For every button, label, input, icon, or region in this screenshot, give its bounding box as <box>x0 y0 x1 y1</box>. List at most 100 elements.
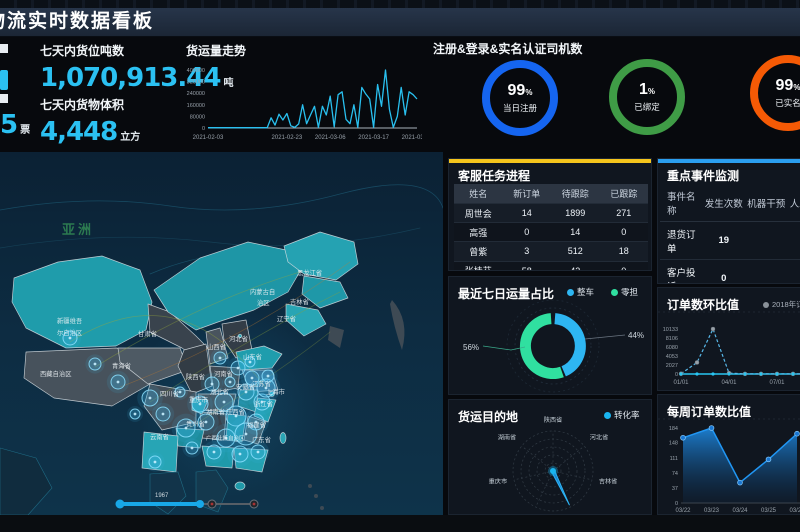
ring-label: 已绑定 <box>634 101 660 113</box>
svg-text:广西壮族自治区: 广西壮族自治区 <box>206 434 245 442</box>
svg-text:治区: 治区 <box>257 298 270 307</box>
svg-text:03/24: 03/24 <box>732 508 748 514</box>
column-header: 机器干预 <box>745 185 788 222</box>
volume-label: 七天内货物体积 <box>40 96 140 113</box>
svg-text:2021-03-17: 2021-03-17 <box>358 135 389 141</box>
svg-text:安徽省: 安徽省 <box>236 382 255 391</box>
svg-text:内蒙古自: 内蒙古自 <box>250 287 275 296</box>
ring-label: 当日注册 <box>503 102 537 114</box>
table-row: 客户投诉0 <box>660 260 800 284</box>
svg-text:2021-02-03: 2021-02-03 <box>193 135 224 141</box>
svg-text:10133: 10133 <box>663 327 678 333</box>
svg-text:240000: 240000 <box>187 91 205 97</box>
volume-share-panel: 最近七日运量占比 整车 零担 56% 44% <box>448 276 652 395</box>
svg-text:河北省: 河北省 <box>229 334 248 343</box>
slider-handle[interactable] <box>116 500 125 509</box>
table-cell: 0 <box>703 260 746 284</box>
table-row: 周世会141899271 <box>454 204 648 223</box>
svg-text:0: 0 <box>675 372 678 378</box>
table-row: 张桂芬58420 <box>454 261 648 271</box>
table-cell: 42 <box>551 261 600 271</box>
table-cell: 58 <box>503 261 552 271</box>
svg-text:甘肃省: 甘肃省 <box>138 329 157 338</box>
service-task-panel: 客服任务进程 姓名新订单待跟踪已跟踪周世会141899271高强0140曾紫35… <box>448 158 652 271</box>
table-cell: 高强 <box>454 223 503 242</box>
table-cell: 0 <box>600 261 649 271</box>
svg-text:尔自治区: 尔自治区 <box>57 328 82 337</box>
svg-text:37: 37 <box>672 486 678 492</box>
table-cell <box>745 222 788 260</box>
svg-text:云南省: 云南省 <box>150 432 169 441</box>
table-cell: 3 <box>503 242 552 261</box>
svg-text:320000: 320000 <box>187 80 205 86</box>
svg-text:2021-02-23: 2021-02-23 <box>272 135 303 141</box>
svg-text:吉林省: 吉林省 <box>599 477 618 485</box>
weekly-orders-chart: 0377411114818403/2203/2303/2403/2503/26 <box>658 395 800 515</box>
svg-text:重庆市: 重庆市 <box>489 477 508 485</box>
ring-label: 已实名 <box>775 97 800 109</box>
ring-value: 99% <box>776 78 800 95</box>
svg-text:184: 184 <box>669 426 678 432</box>
slider-value: 1967 <box>155 493 169 499</box>
service-panel-title: 客服任务进程 <box>458 167 530 184</box>
svg-text:湖南省: 湖南省 <box>498 434 517 442</box>
table-cell <box>788 260 800 284</box>
table-row: 退货订单19 <box>660 222 800 260</box>
table-cell: 271 <box>600 204 649 223</box>
ring-bound: 1% 已绑定 <box>609 59 685 135</box>
table-cell: 19 <box>703 222 746 260</box>
svg-text:贵州省: 贵州省 <box>186 419 205 428</box>
volume-value: 4,448立方 <box>40 117 140 147</box>
svg-text:03/23: 03/23 <box>704 508 720 514</box>
svg-text:148: 148 <box>669 441 678 447</box>
table-cell: 14 <box>551 223 600 242</box>
slider-handle[interactable] <box>196 500 204 508</box>
svg-text:4053: 4053 <box>666 354 678 360</box>
svg-text:80000: 80000 <box>190 114 205 120</box>
table-header-row: 姓名新订单待跟踪已跟踪 <box>454 184 648 204</box>
column-header: 人工干预 <box>788 185 800 222</box>
svg-text:湖南省: 湖南省 <box>206 407 225 416</box>
header-bar: 物流实时数据看板 <box>0 8 800 37</box>
volume-stat: 七天内货物体积 4,448立方 <box>40 96 140 147</box>
key-events-table: 事件名称发生次数机器干预人工干预退货订单19客户投诉0发生延误120接单延误81… <box>660 185 800 284</box>
donut-right-label: 44% <box>628 331 644 340</box>
column-header: 新订单 <box>503 184 552 204</box>
table-cell: 18 <box>600 242 649 261</box>
svg-text:2021-03-28: 2021-03-28 <box>402 135 422 141</box>
cut-stat-column: 5票 <box>0 38 36 148</box>
table-cell: 14 <box>503 204 552 223</box>
table-cell: 曾紫 <box>454 242 503 261</box>
table-cell: 0 <box>503 223 552 242</box>
svg-text:浙江省: 浙江省 <box>254 399 273 408</box>
page-title: 物流实时数据看板 <box>0 8 800 36</box>
column-header: 待跟踪 <box>551 184 600 204</box>
table-row: 高强0140 <box>454 223 648 242</box>
rings-title: 注册&登录&实名认证司机数 <box>433 40 582 57</box>
svg-text:07/01: 07/01 <box>769 380 785 386</box>
svg-text:四川省: 四川省 <box>160 389 179 398</box>
svg-text:01/01: 01/01 <box>673 380 689 386</box>
service-task-table: 姓名新订单待跟踪已跟踪周世会141899271高强0140曾紫351218张桂芬… <box>454 184 648 271</box>
destination-radar-panel: 货运目的地 转化率 陕西省河北省吉林省广东省新疆维吾尔自治区重庆市湖南省 <box>448 399 652 515</box>
svg-text:河南省: 河南省 <box>214 369 233 378</box>
cut-value-fragment <box>0 70 8 90</box>
table-cell: 周世会 <box>454 204 503 223</box>
table-cell: 客户投诉 <box>660 260 703 284</box>
svg-text:上海市: 上海市 <box>266 387 285 396</box>
svg-text:03/26: 03/26 <box>789 508 800 514</box>
svg-text:03/25: 03/25 <box>761 508 777 514</box>
cut-label-fragment <box>0 94 8 103</box>
svg-text:2027: 2027 <box>666 363 678 369</box>
svg-text:山西省: 山西省 <box>207 342 226 351</box>
donut-left-label: 56% <box>463 343 479 352</box>
table-cell: 512 <box>551 242 600 261</box>
svg-text:湖北省: 湖北省 <box>210 387 229 396</box>
svg-text:陕西省: 陕西省 <box>186 372 205 381</box>
order-ring-ratio-chart: 020274053608081061013301/0104/0107/0110/… <box>658 288 800 391</box>
svg-text:0: 0 <box>675 501 678 507</box>
table-cell: 1899 <box>551 204 600 223</box>
weekly-orders-panel: 每周订单数比值 0377411114818403/2203/2303/2403/… <box>657 394 800 515</box>
column-header: 事件名称 <box>660 185 703 222</box>
continent-label: 亚洲 <box>62 222 94 237</box>
